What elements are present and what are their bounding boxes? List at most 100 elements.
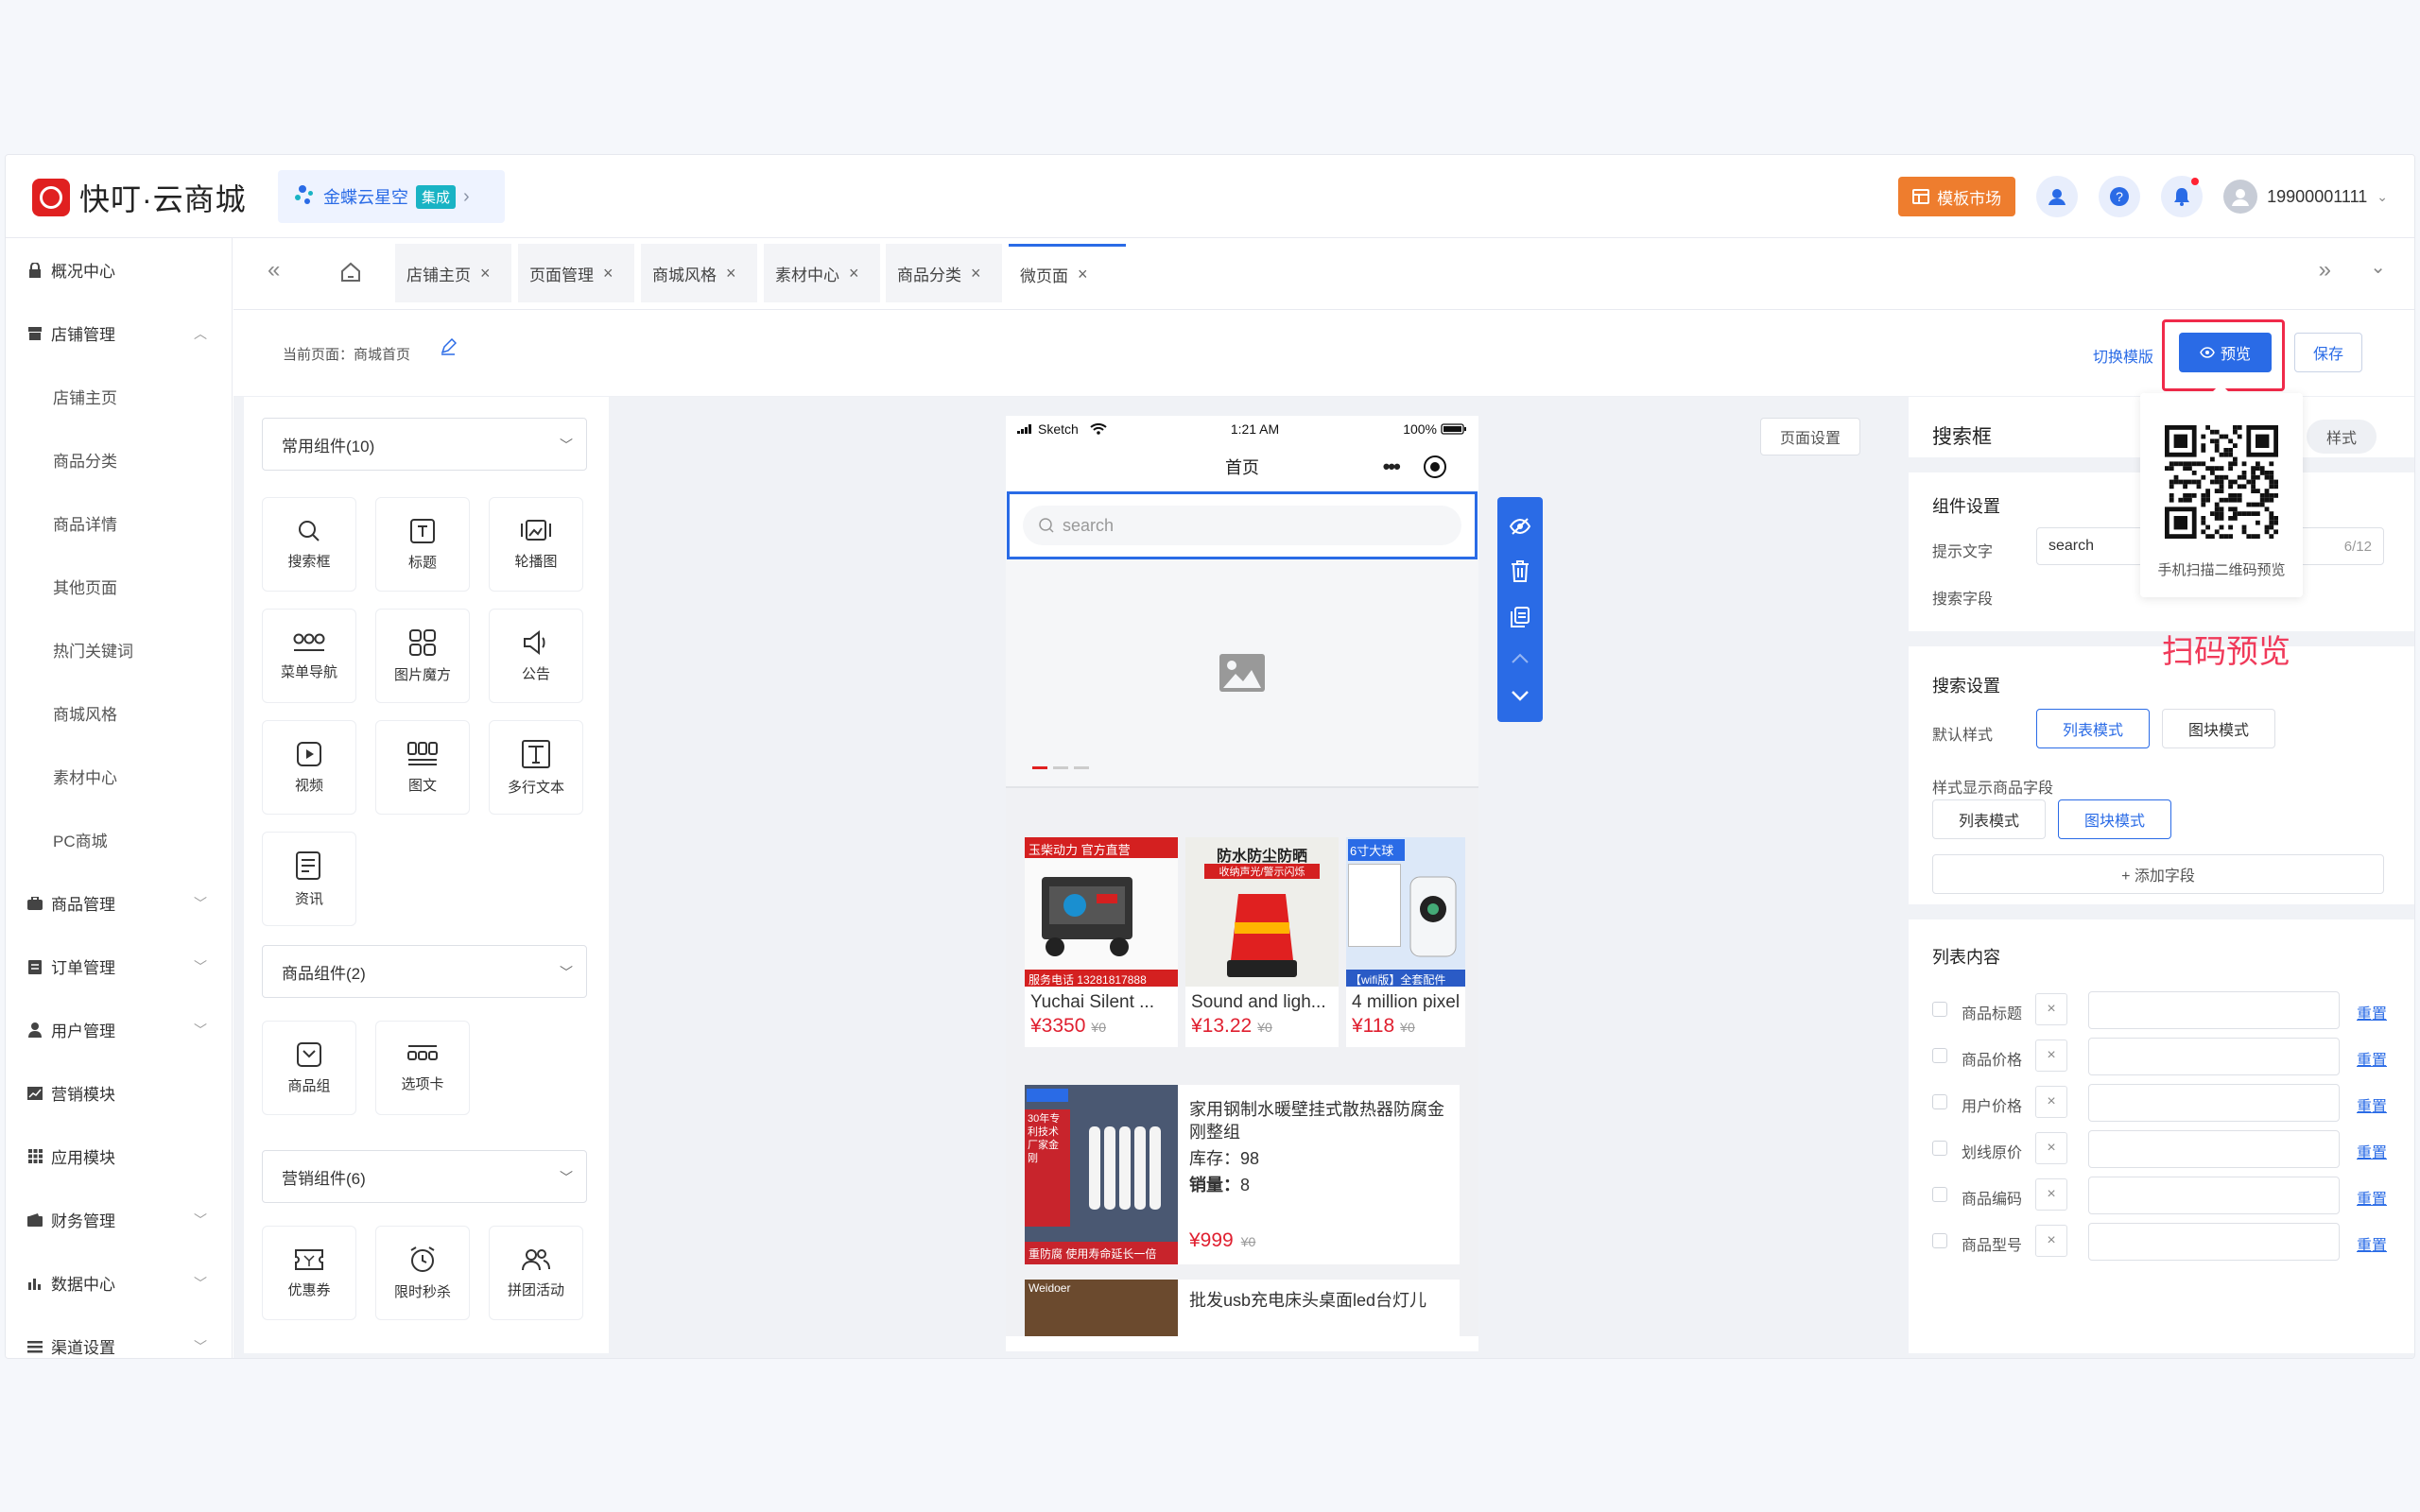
component-carousel[interactable]: 轮播图 bbox=[489, 497, 583, 592]
row-checkbox[interactable] bbox=[1932, 1141, 1947, 1156]
carousel-placeholder[interactable] bbox=[1006, 559, 1478, 786]
move-down-icon[interactable] bbox=[1510, 689, 1530, 702]
goods-components-dropdown[interactable]: 商品组件(2) ﹀ bbox=[262, 945, 587, 998]
row-checkbox[interactable] bbox=[1932, 1094, 1947, 1109]
component-multiline-text[interactable]: 多行文本 bbox=[489, 720, 583, 815]
component-coupon[interactable]: 优惠券 bbox=[262, 1226, 356, 1320]
row-input[interactable] bbox=[2088, 1223, 2340, 1261]
reset-link[interactable]: 重置 bbox=[2357, 1001, 2387, 1023]
move-up-icon[interactable] bbox=[1510, 652, 1530, 665]
tab-page-management[interactable]: 页面管理 × bbox=[518, 244, 634, 302]
reset-link[interactable]: 重置 bbox=[2357, 1047, 2387, 1070]
reset-link[interactable]: 重置 bbox=[2357, 1140, 2387, 1162]
sidebar-item-product-detail[interactable]: 商品详情 bbox=[6, 491, 232, 555]
sidebar-item-orders[interactable]: 订单管理 ﹀ bbox=[6, 935, 232, 998]
block-mode-button[interactable]: 图块模式 bbox=[2162, 709, 2275, 748]
component-news[interactable]: 资讯 bbox=[262, 832, 356, 926]
logo[interactable]: 快叮·云商城 bbox=[32, 176, 247, 219]
close-icon[interactable]: × bbox=[726, 264, 736, 284]
sidebar-item-hot-keywords[interactable]: 热门关键词 bbox=[6, 618, 232, 681]
search-input[interactable]: search bbox=[1023, 506, 1461, 545]
close-icon[interactable]: × bbox=[849, 264, 859, 284]
sidebar-item-materials[interactable]: 素材中心 bbox=[6, 745, 232, 808]
component-image-text[interactable]: 图文 bbox=[375, 720, 470, 815]
switch-template-link[interactable]: 切换模版 bbox=[2093, 344, 2153, 367]
row-checkbox[interactable] bbox=[1932, 1233, 1947, 1248]
sidebar-item-overview[interactable]: 概况中心 bbox=[6, 238, 232, 301]
component-search[interactable]: 搜索框 bbox=[262, 497, 356, 592]
display-list-mode-button[interactable]: 列表模式 bbox=[1932, 799, 2046, 839]
goods-card[interactable]: 玉柴动力 官方直营 服务电话 13281817888 Yuchai Silent… bbox=[1025, 837, 1178, 1047]
more-dots-icon[interactable]: ••• bbox=[1383, 455, 1401, 479]
list-mode-button[interactable]: 列表模式 bbox=[2036, 709, 2150, 748]
close-icon[interactable]: × bbox=[1078, 265, 1088, 284]
close-icon[interactable]: × bbox=[480, 264, 491, 284]
row-checkbox[interactable] bbox=[1932, 1187, 1947, 1202]
reset-link[interactable]: 重置 bbox=[2357, 1232, 2387, 1255]
template-market-button[interactable]: 模板市场 bbox=[1898, 177, 2016, 216]
sidebar-item-other-pages[interactable]: 其他页面 bbox=[6, 555, 232, 618]
component-group-buy[interactable]: 拼团活动 bbox=[489, 1226, 583, 1320]
row-input[interactable] bbox=[2088, 1038, 2340, 1075]
clear-icon[interactable]: × bbox=[2035, 1086, 2067, 1118]
close-icon[interactable]: × bbox=[971, 264, 981, 284]
display-block-mode-button[interactable]: 图块模式 bbox=[2058, 799, 2171, 839]
tab-store-home[interactable]: 店铺主页 × bbox=[395, 244, 511, 302]
row-input[interactable] bbox=[2088, 1130, 2340, 1168]
home-icon[interactable] bbox=[339, 261, 362, 288]
close-icon[interactable]: × bbox=[603, 264, 614, 284]
copy-icon[interactable] bbox=[1510, 606, 1530, 628]
kingdee-integration[interactable]: 金蝶云星空 集成 › bbox=[278, 170, 505, 223]
sidebar-item-pc-mall[interactable]: PC商城 bbox=[6, 808, 232, 871]
sidebar-item-finance[interactable]: 财务管理 ﹀ bbox=[6, 1188, 232, 1251]
clear-icon[interactable]: × bbox=[2035, 1040, 2067, 1072]
help-icon[interactable]: ? bbox=[2099, 176, 2141, 217]
scroll-left-icon[interactable]: « bbox=[268, 257, 280, 284]
sidebar-item-marketing[interactable]: 营销模块 bbox=[6, 1061, 232, 1125]
target-close-icon[interactable] bbox=[1423, 455, 1447, 479]
trash-icon[interactable] bbox=[1510, 559, 1530, 582]
scroll-right-icon[interactable]: » bbox=[2319, 257, 2331, 284]
tab-mall-style[interactable]: 商城风格 × bbox=[641, 244, 757, 302]
sidebar-item-category[interactable]: 商品分类 bbox=[6, 428, 232, 491]
save-button[interactable]: 保存 bbox=[2294, 333, 2362, 372]
row-input[interactable] bbox=[2088, 1177, 2340, 1214]
reset-link[interactable]: 重置 bbox=[2357, 1093, 2387, 1116]
component-tabs[interactable]: 选项卡 bbox=[375, 1021, 470, 1115]
eye-hidden-icon[interactable] bbox=[1509, 517, 1531, 536]
sidebar-item-mall-style[interactable]: 商城风格 bbox=[6, 681, 232, 745]
component-video[interactable]: 视频 bbox=[262, 720, 356, 815]
preview-button[interactable]: 预览 bbox=[2179, 333, 2272, 372]
sidebar-item-channels[interactable]: 渠道设置 ﹀ bbox=[6, 1314, 232, 1358]
row-checkbox[interactable] bbox=[1932, 1048, 1947, 1063]
tab-materials[interactable]: 素材中心 × bbox=[764, 244, 880, 302]
list-goods-card[interactable]: Weidoer 批发usb充电床头桌面led台灯儿 bbox=[1025, 1280, 1460, 1336]
tab-category[interactable]: 商品分类 × bbox=[886, 244, 1002, 302]
goods-card[interactable]: 防水防尘防晒 收纳声光/警示闪烁 Sound and ligh... ¥13.2… bbox=[1185, 837, 1339, 1047]
tab-micro-page[interactable]: 微页面 × bbox=[1009, 244, 1126, 302]
list-goods-card[interactable]: 30年专利技术 厂家金刚 重防腐 使用寿命延长一倍 家用钢制水暖壁挂式散热器防腐… bbox=[1025, 1085, 1460, 1264]
page-settings-button[interactable]: 页面设置 bbox=[1760, 418, 1860, 455]
row-input[interactable] bbox=[2088, 991, 2340, 1029]
reset-link[interactable]: 重置 bbox=[2357, 1186, 2387, 1209]
sidebar-item-users[interactable]: 用户管理 ﹀ bbox=[6, 998, 232, 1061]
edit-pencil-icon[interactable] bbox=[440, 337, 458, 360]
notification-bell-icon[interactable] bbox=[2161, 176, 2204, 217]
component-notice[interactable]: 公告 bbox=[489, 609, 583, 703]
sidebar-item-apps[interactable]: 应用模块 bbox=[6, 1125, 232, 1188]
sidebar-item-store[interactable]: 店铺管理 ︿ bbox=[6, 301, 232, 365]
sidebar-item-store-home[interactable]: 店铺主页 bbox=[6, 365, 232, 428]
tabs-dropdown-icon[interactable]: ⌄ bbox=[2370, 255, 2386, 279]
component-title[interactable]: 标题 bbox=[375, 497, 470, 592]
component-menu-nav[interactable]: 菜单导航 bbox=[262, 609, 356, 703]
style-toggle[interactable]: 样式 bbox=[2307, 420, 2377, 454]
search-block-selected[interactable]: search bbox=[1007, 491, 1478, 559]
marketing-components-dropdown[interactable]: 营销组件(6) ﹀ bbox=[262, 1150, 587, 1203]
add-field-button[interactable]: + 添加字段 bbox=[1932, 854, 2384, 894]
clear-icon[interactable]: × bbox=[2035, 993, 2067, 1025]
user-menu[interactable]: 19900001111 ⌄ bbox=[2223, 180, 2388, 214]
clear-icon[interactable]: × bbox=[2035, 1178, 2067, 1211]
row-checkbox[interactable] bbox=[1932, 1002, 1947, 1017]
common-components-dropdown[interactable]: 常用组件(10) ﹀ bbox=[262, 418, 587, 471]
clear-icon[interactable]: × bbox=[2035, 1132, 2067, 1164]
